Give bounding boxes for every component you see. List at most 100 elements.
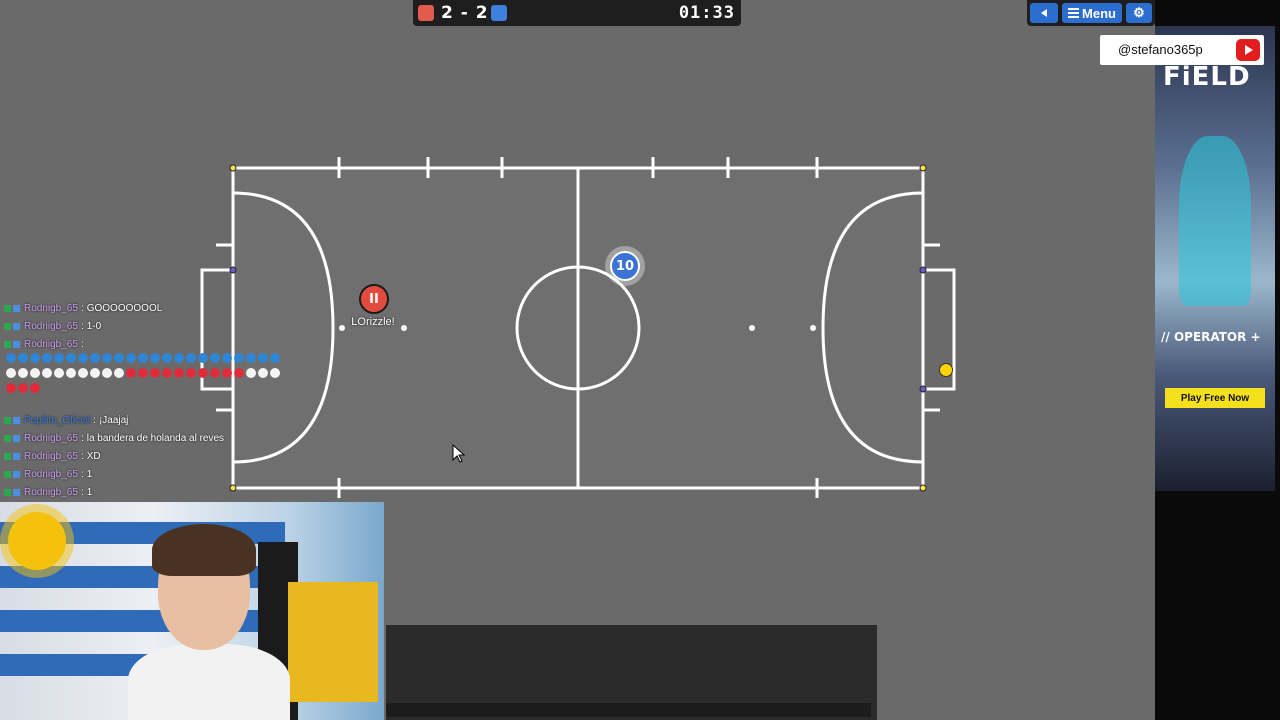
chat-emoji-dot — [114, 353, 124, 363]
chat-emoji-dot — [42, 353, 52, 363]
blue-player: 10 — [610, 251, 640, 281]
chat-badge-icon — [13, 452, 20, 460]
streamer-handle: @stefano365p — [1118, 42, 1203, 57]
youtube-icon — [1236, 39, 1260, 61]
match-timer: 01:33 — [678, 3, 735, 23]
chat-badge-icon — [13, 470, 20, 478]
gear-icon: ⚙ — [1133, 5, 1145, 20]
chat-badge-icon — [13, 434, 20, 442]
chat-emoji-dot — [6, 368, 16, 378]
chat-badge-icon — [4, 340, 11, 348]
chat-message: la bandera de holanda al reves — [86, 432, 225, 444]
chat-message: 1 — [86, 486, 93, 498]
chat-emoji-row — [6, 353, 280, 363]
chat-emoji-dot — [90, 353, 100, 363]
red-player-number: II — [369, 291, 379, 307]
hamburger-icon — [1068, 8, 1080, 18]
chat-message: ¡Jaajaj — [98, 414, 129, 426]
game-menu-bar: Menu ⚙ — [1027, 0, 1155, 26]
chat-badge-icon — [4, 416, 11, 424]
chat-username: Rodriigb_65 — [24, 320, 78, 332]
chat-username: Rodriigb_65 — [24, 338, 78, 350]
chat-emoji-dot — [18, 368, 28, 378]
chat-emoji-dot — [186, 368, 196, 378]
chat-emoji-dot — [234, 368, 244, 378]
chat-emoji-dot — [174, 353, 184, 363]
sun-emblem — [8, 512, 66, 570]
settings-button[interactable]: ⚙ — [1126, 3, 1152, 23]
chat-emoji-dot — [186, 353, 196, 363]
menu-button[interactable]: Menu — [1062, 3, 1122, 23]
ad-banner[interactable]: FiELD // OPERATOR + Play Free Now — [1155, 26, 1275, 491]
chat-emoji-dot — [126, 353, 136, 363]
chat-emoji-dot — [246, 368, 256, 378]
chat-emoji-dot — [198, 368, 208, 378]
chat-emoji-dot — [210, 353, 220, 363]
chat-line: Rodriigb_65:1 — [4, 466, 92, 482]
chat-badge-icon — [4, 470, 11, 478]
chat-emoji-row — [6, 383, 40, 393]
red-player: II — [359, 284, 389, 314]
chat-line: Rodriigb_65:1-0 — [4, 318, 101, 334]
chat-badge-icon — [13, 322, 20, 330]
chat-emoji-dot — [222, 368, 232, 378]
chat-separator: : — [80, 432, 84, 444]
chat-emoji-dot — [6, 383, 16, 393]
triangle-left-icon — [1041, 9, 1047, 17]
ad-operator-label: // OPERATOR + — [1161, 330, 1261, 344]
chat-separator: : — [80, 338, 84, 350]
chat-line: Rodriigb_65: XD — [4, 448, 101, 464]
chat-badge-icon — [4, 488, 11, 496]
ad-play-button[interactable]: Play Free Now — [1165, 388, 1265, 408]
chat-message: GOOOOOOOOL — [86, 302, 163, 314]
chat-badge-icon — [13, 488, 20, 496]
chat-emoji-dot — [246, 353, 256, 363]
back-button[interactable] — [1030, 3, 1058, 23]
chat-emoji-dot — [270, 368, 280, 378]
chat-line: Rodriigb_65: la bandera de holanda al rev… — [4, 430, 224, 446]
chat-emoji-dot — [30, 383, 40, 393]
chat-emoji-dot — [30, 368, 40, 378]
chat-username: Rodriigb_65 — [24, 468, 78, 480]
chat-separator: : — [80, 320, 84, 332]
chat-emoji-dot — [270, 353, 280, 363]
chat-emoji-dot — [174, 368, 184, 378]
chat-emoji-dot — [198, 353, 208, 363]
chat-line: Rodriigb_65:1 — [4, 484, 92, 500]
scoreboard: 2 - 2 01:33 — [413, 0, 741, 26]
person-body — [128, 644, 290, 720]
ad-character-art — [1179, 136, 1251, 306]
chat-emoji-dot — [210, 368, 220, 378]
chat-emoji-dot — [42, 368, 52, 378]
chat-username: Rodriigb_65 — [24, 432, 78, 444]
chat-emoji-dot — [150, 353, 160, 363]
chat-separator: : — [93, 414, 96, 426]
chat-username: Rodriigb_65 — [24, 486, 78, 498]
chat-message: 1-0 — [86, 320, 102, 332]
blue-team-swatch — [491, 5, 507, 21]
chat-username: Rodriigb_65 — [24, 302, 78, 314]
chat-badge-icon — [4, 434, 11, 442]
chat-emoji-dot — [138, 368, 148, 378]
chat-message: XD — [86, 450, 101, 462]
chat-badge-icon — [4, 452, 11, 460]
ad-title: FiELD — [1163, 62, 1251, 92]
blue-player-number: 10 — [615, 258, 635, 274]
chat-emoji-dot — [90, 368, 100, 378]
chat-line: Rodriigb_65: — [4, 336, 87, 352]
ball — [939, 363, 953, 377]
chat-emoji-dot — [150, 368, 160, 378]
chat-emoji-dot — [66, 368, 76, 378]
chat-username: Pupilito_Oficial — [24, 414, 91, 426]
chat-emoji-dot — [222, 353, 232, 363]
mouse-cursor-icon — [452, 444, 466, 463]
chat-separator: : — [80, 486, 84, 498]
chat-separator: : — [80, 468, 84, 480]
chat-line: Pupilito_Oficial: ¡Jaajaj — [4, 412, 128, 428]
bottom-bar — [386, 703, 871, 717]
chat-emoji-dot — [78, 368, 88, 378]
chat-emoji-dot — [54, 368, 64, 378]
menu-label: Menu — [1082, 5, 1116, 21]
chat-emoji-dot — [66, 353, 76, 363]
chat-emoji-dot — [126, 368, 136, 378]
